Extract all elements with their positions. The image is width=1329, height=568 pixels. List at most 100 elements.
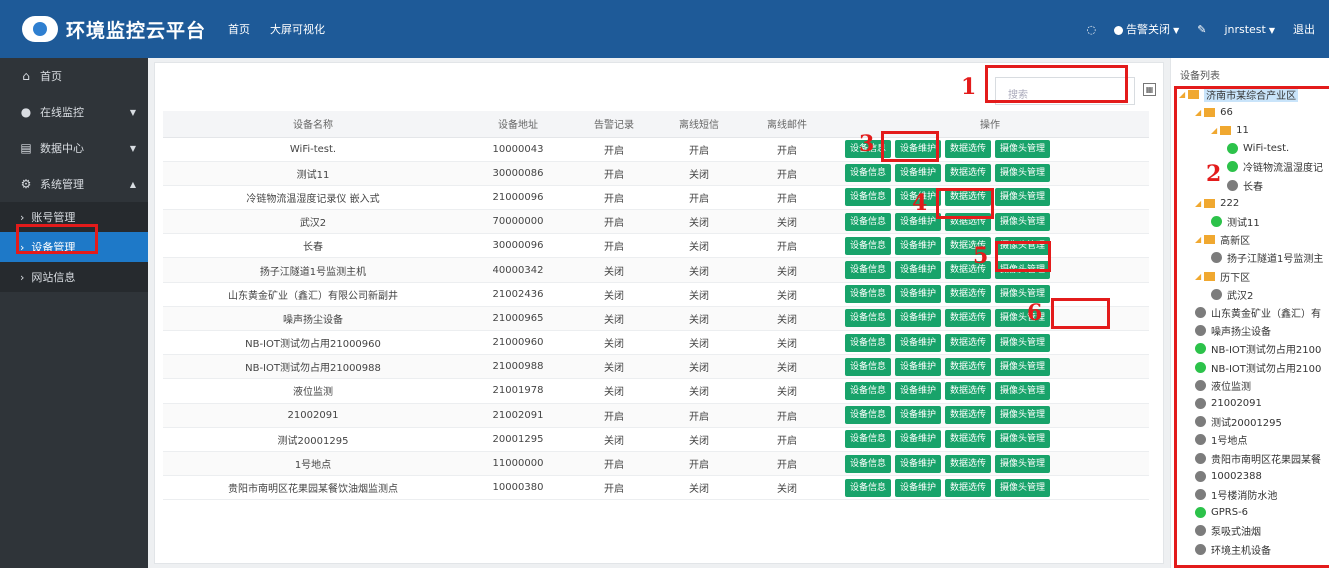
table-cell: 开启 (743, 137, 831, 162)
tree-title: 设备列表 (1180, 71, 1220, 82)
annotation-box-device-maintain (936, 188, 994, 219)
camera-manage-button[interactable]: 摄像头管理 (995, 381, 1051, 400)
data-transfer-button[interactable]: 数据选传 (945, 333, 992, 352)
table-cell: 液位监测 (163, 378, 463, 404)
device-info-button[interactable]: 设备信息 (845, 333, 892, 352)
col-device-name[interactable]: 设备名称 (163, 111, 463, 138)
device-info-button[interactable]: 设备信息 (845, 188, 892, 207)
table-cell: 开启 (573, 475, 655, 501)
data-transfer-button[interactable]: 数据选传 (945, 406, 992, 425)
device-info-button[interactable]: 设备信息 (845, 261, 892, 280)
columns-icon[interactable]: ▦ (1143, 83, 1156, 96)
device-maintain-button[interactable]: 设备维护 (895, 381, 942, 400)
main-area: 搜索 ▦ 设备名称 设备地址 告警记录 离线短信 离线邮件 操作 WiFi-te… (148, 58, 1170, 568)
device-maintain-button[interactable]: 设备维护 (895, 454, 942, 473)
data-transfer-button[interactable]: 数据选传 (945, 454, 992, 473)
data-transfer-button[interactable]: 数据选传 (945, 381, 992, 400)
data-transfer-button[interactable]: 数据选传 (945, 430, 992, 449)
sidebar-item-site-info[interactable]: › 网站信息 (0, 262, 148, 292)
table-cell: 开启 (743, 451, 831, 477)
device-maintain-button[interactable]: 设备维护 (895, 261, 942, 280)
table-cell: 关闭 (573, 282, 655, 307)
device-info-button[interactable]: 设备信息 (845, 309, 892, 328)
chat-icon[interactable]: ◌ (1086, 23, 1096, 36)
sidebar-item-system[interactable]: ⚙ 系统管理 ▲ (0, 166, 148, 202)
device-info-button[interactable]: 设备信息 (845, 212, 892, 231)
cloud-icon (22, 16, 58, 42)
alarm-toggle[interactable]: 告警关闭 ▼ (1114, 21, 1179, 37)
table-cell: 关闭 (743, 330, 831, 356)
table-cell: 11000000 (463, 451, 573, 477)
camera-manage-button[interactable]: 摄像头管理 (995, 357, 1051, 376)
sidebar-item-home[interactable]: ⌂ 首页 (0, 58, 148, 94)
table-cell: 关闭 (655, 354, 743, 380)
user-menu[interactable]: jnrstest ▼ (1224, 23, 1275, 36)
device-info-button[interactable]: 设备信息 (845, 285, 892, 304)
device-info-button[interactable]: 设备信息 (845, 454, 892, 473)
device-maintain-button[interactable]: 设备维护 (895, 309, 942, 328)
table-cell: 1号地点 (163, 451, 463, 477)
device-panel: 搜索 ▦ 设备名称 设备地址 告警记录 离线短信 离线邮件 操作 WiFi-te… (154, 62, 1164, 564)
table-cell: 关闭 (743, 257, 831, 283)
table-cell: 关闭 (655, 282, 743, 307)
camera-manage-button[interactable]: 摄像头管理 (995, 140, 1051, 159)
device-maintain-button[interactable]: 设备维护 (895, 333, 942, 352)
device-info-button[interactable]: 设备信息 (845, 430, 892, 449)
device-info-button[interactable]: 设备信息 (845, 406, 892, 425)
device-info-button[interactable]: 设备信息 (845, 357, 892, 376)
sidebar-item-data-center[interactable]: ▤ 数据中心 ▼ (0, 130, 148, 166)
table-cell: 关闭 (655, 427, 743, 452)
nav-big-screen[interactable]: 大屏可视化 (270, 21, 325, 37)
sidebar-item-online-monitor[interactable]: ● 在线监控 ▼ (0, 94, 148, 130)
device-maintain-button[interactable]: 设备维护 (895, 236, 942, 255)
device-info-button[interactable]: 设备信息 (845, 236, 892, 255)
table-cell: 开启 (655, 403, 743, 428)
camera-manage-button[interactable]: 摄像头管理 (995, 164, 1051, 183)
device-info-button[interactable]: 设备信息 (845, 381, 892, 400)
device-maintain-button[interactable]: 设备维护 (895, 430, 942, 449)
table-cell: 关闭 (743, 306, 831, 332)
data-transfer-button[interactable]: 数据选传 (945, 285, 992, 304)
data-transfer-button[interactable]: 数据选传 (945, 140, 992, 159)
camera-manage-button[interactable]: 摄像头管理 (995, 454, 1051, 473)
col-device-address[interactable]: 设备地址 (463, 111, 573, 138)
device-maintain-button[interactable]: 设备维护 (895, 357, 942, 376)
edit-icon[interactable]: ✎ (1197, 23, 1206, 36)
camera-manage-button[interactable]: 摄像头管理 (995, 212, 1051, 231)
data-transfer-button[interactable]: 数据选传 (945, 309, 992, 328)
logout-link[interactable]: 退出 (1293, 21, 1315, 37)
table-cell: 开启 (655, 451, 743, 477)
data-transfer-button[interactable]: 数据选传 (945, 478, 992, 497)
row-actions: 设备信息 设备维护 数据选传 摄像头管理 (831, 378, 1149, 404)
table-cell: NB-IOT测试勿占用21000960 (163, 330, 463, 356)
camera-manage-button[interactable]: 摄像头管理 (995, 333, 1051, 352)
device-maintain-button[interactable]: 设备维护 (895, 285, 942, 304)
table-row: 山东黄金矿业（鑫汇）有限公司新副井 21002436 关闭 关闭 关闭 设备信息 设备维护数… (163, 282, 1149, 307)
table-row: NB-IOT测试勿占用21000960 21000960 关闭 关闭 关闭 设备信息 设备维… (163, 330, 1149, 356)
logo[interactable]: 环境监控云平台 (22, 16, 206, 43)
table-cell: 开启 (655, 137, 743, 162)
camera-manage-button[interactable]: 摄像头管理 (995, 478, 1051, 497)
annotation-number: 1 (961, 74, 977, 100)
table-cell: 关闭 (573, 378, 655, 404)
camera-manage-button[interactable]: 摄像头管理 (995, 430, 1051, 449)
data-transfer-button[interactable]: 数据选传 (945, 164, 992, 183)
table-row: 测试20001295 20001295 关闭 关闭 开启 设备信息 设备维护 数据选传 摄像头管… (163, 427, 1149, 452)
device-maintain-button[interactable]: 设备维护 (895, 478, 942, 497)
camera-manage-button[interactable]: 摄像头管理 (995, 406, 1051, 425)
table-cell: 21000096 (463, 185, 573, 211)
table-row: WiFi-test. 10000043 开启 开启 开启 设备信息 设备维护 数据选传 摄像头管… (163, 137, 1149, 162)
device-maintain-button[interactable]: 设备维护 (895, 164, 942, 183)
device-info-button[interactable]: 设备信息 (845, 164, 892, 183)
table-row: 1号地点 11000000 开启 开启 开启 设备信息 设备维护 数据选传 摄像头管理 (163, 451, 1149, 477)
chevron-down-icon: ▼ (129, 107, 136, 117)
row-actions: 设备信息 设备维护 数据选传 摄像头管理 (831, 451, 1149, 477)
table-cell: 关闭 (743, 354, 831, 380)
data-transfer-button[interactable]: 数据选传 (945, 357, 992, 376)
device-info-button[interactable]: 设备信息 (845, 478, 892, 497)
table-cell: 贵阳市南明区花果园某餐饮油烟监测点 (163, 475, 463, 501)
camera-manage-button[interactable]: 摄像头管理 (995, 188, 1051, 207)
annotation-box-search (985, 65, 1128, 103)
device-maintain-button[interactable]: 设备维护 (895, 406, 942, 425)
nav-home[interactable]: 首页 (228, 21, 250, 37)
